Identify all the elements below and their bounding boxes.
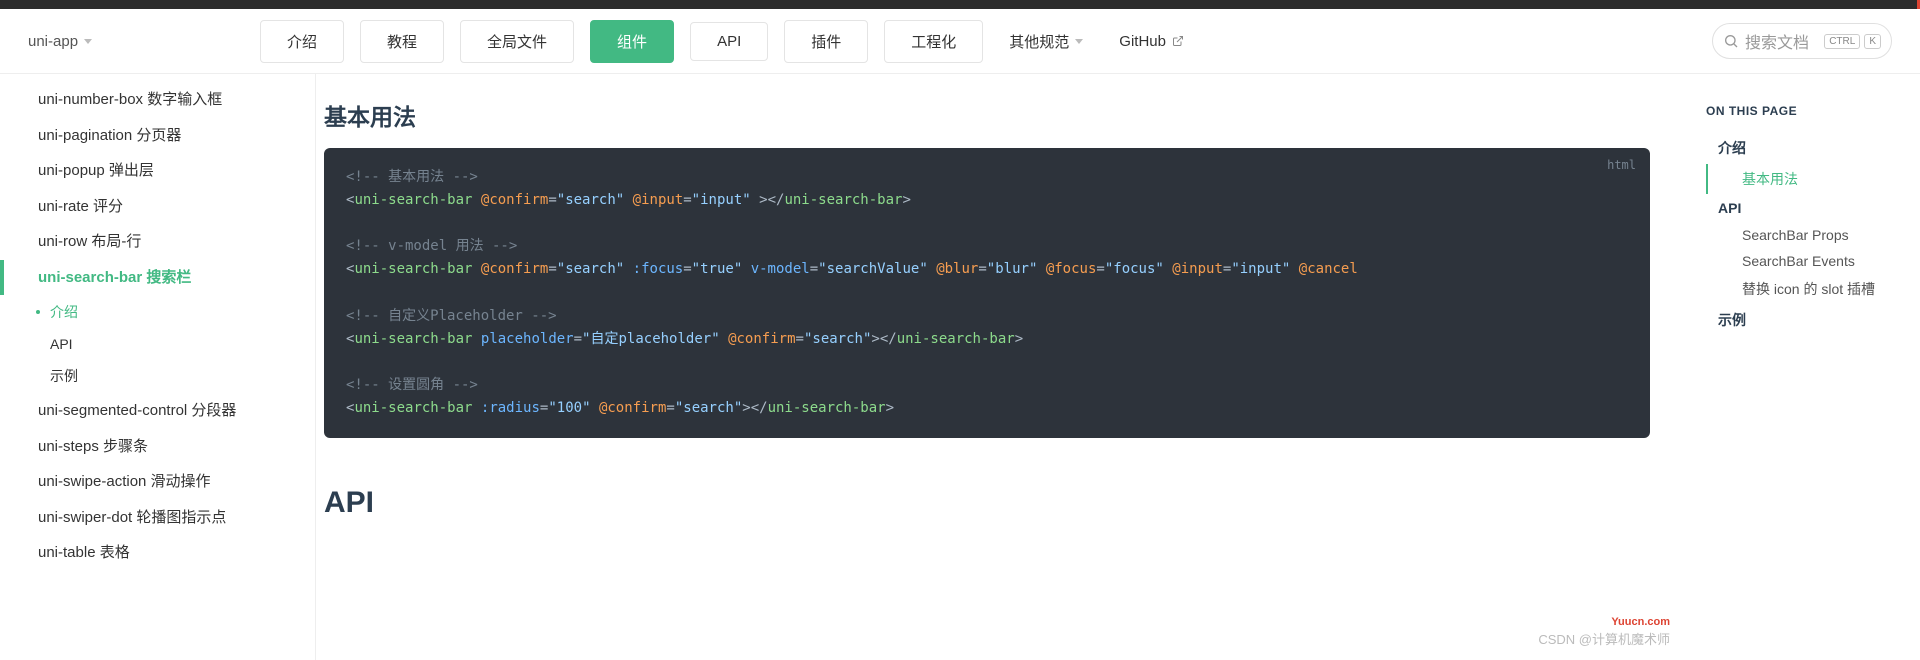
sidebar-sub-intro[interactable]: 介绍 [0,295,315,329]
caret-down-icon [1075,39,1083,44]
nav-items: 介绍 教程 全局文件 组件 API 插件 工程化 其他规范 GitHub [260,20,1194,63]
table-of-contents: ON THIS PAGE 介绍 基本用法 API SearchBar Props… [1690,74,1920,660]
toc-heading[interactable]: 介绍 [1706,132,1904,164]
sidebar-sub-api[interactable]: API [0,329,315,359]
external-link-icon [1172,35,1184,47]
nav-tutorial[interactable]: 教程 [360,20,444,63]
section-heading: 基本用法 [324,98,1650,132]
nav-plugin[interactable]: 插件 [784,20,868,63]
watermark-csdn: CSDN @计算机魔术师 [1538,629,1670,648]
sidebar-item[interactable]: uni-pagination 分页器 [0,118,315,154]
sidebar[interactable]: uni-number-box 数字输入框 uni-pagination 分页器 … [0,74,316,660]
search-input[interactable]: 搜索文档 CTRL K [1712,23,1892,59]
code-content: <!-- 基本用法 --> <uni-search-bar @confirm="… [346,166,1628,420]
toc-heading[interactable]: 示例 [1706,304,1904,336]
nav-api[interactable]: API [690,22,768,61]
top-nav: uni-app 介绍 教程 全局文件 组件 API 插件 工程化 其他规范 Gi… [0,9,1920,74]
sidebar-item[interactable]: uni-popup 弹出层 [0,153,315,189]
code-language-label: html [1607,156,1636,176]
sidebar-item[interactable]: uni-steps 步骤条 [0,429,315,465]
dot-icon [36,310,40,314]
nav-github-label: GitHub [1119,33,1166,50]
nav-engineering[interactable]: 工程化 [884,20,983,63]
toc-item-basic[interactable]: 基本用法 [1706,164,1904,194]
window-topbar [0,0,1920,9]
nav-other[interactable]: 其他规范 [999,31,1093,52]
nav-intro[interactable]: 介绍 [260,20,344,63]
toc-heading[interactable]: API [1706,194,1904,222]
brand-label: uni-app [28,33,78,50]
nav-github[interactable]: GitHub [1109,33,1194,50]
kbd-k: K [1864,34,1881,49]
toc-item[interactable]: SearchBar Events [1706,248,1904,274]
api-heading: API [324,486,1650,520]
sidebar-item[interactable]: uni-table 表格 [0,535,315,571]
brand-dropdown[interactable]: uni-app [28,33,260,50]
kbd-ctrl: CTRL [1824,34,1860,49]
search-placeholder: 搜索文档 [1745,29,1820,53]
sidebar-item[interactable]: uni-number-box 数字输入框 [0,82,315,118]
sidebar-sub-example[interactable]: 示例 [0,359,315,393]
nav-global[interactable]: 全局文件 [460,20,574,63]
search-icon [1723,33,1739,49]
sidebar-item[interactable]: uni-swiper-dot 轮播图指示点 [0,500,315,536]
sidebar-item[interactable]: uni-segmented-control 分段器 [0,393,315,429]
sidebar-item-search-bar[interactable]: uni-search-bar 搜索栏 [0,260,315,296]
sidebar-item[interactable]: uni-rate 评分 [0,189,315,225]
sidebar-item[interactable]: uni-row 布局-行 [0,224,315,260]
caret-down-icon [84,39,92,44]
watermark-yuucn: Yuucn.com [1611,616,1670,628]
sidebar-item[interactable]: uni-swipe-action 滑动操作 [0,464,315,500]
nav-component[interactable]: 组件 [590,20,674,63]
code-block[interactable]: html <!-- 基本用法 --> <uni-search-bar @conf… [324,148,1650,438]
toc-title: ON THIS PAGE [1706,104,1904,118]
toc-item[interactable]: 替换 icon 的 slot 插槽 [1706,274,1904,304]
nav-other-label: 其他规范 [1009,31,1069,52]
main-content: 基本用法 html <!-- 基本用法 --> <uni-search-bar … [316,74,1690,660]
toc-item[interactable]: SearchBar Props [1706,222,1904,248]
